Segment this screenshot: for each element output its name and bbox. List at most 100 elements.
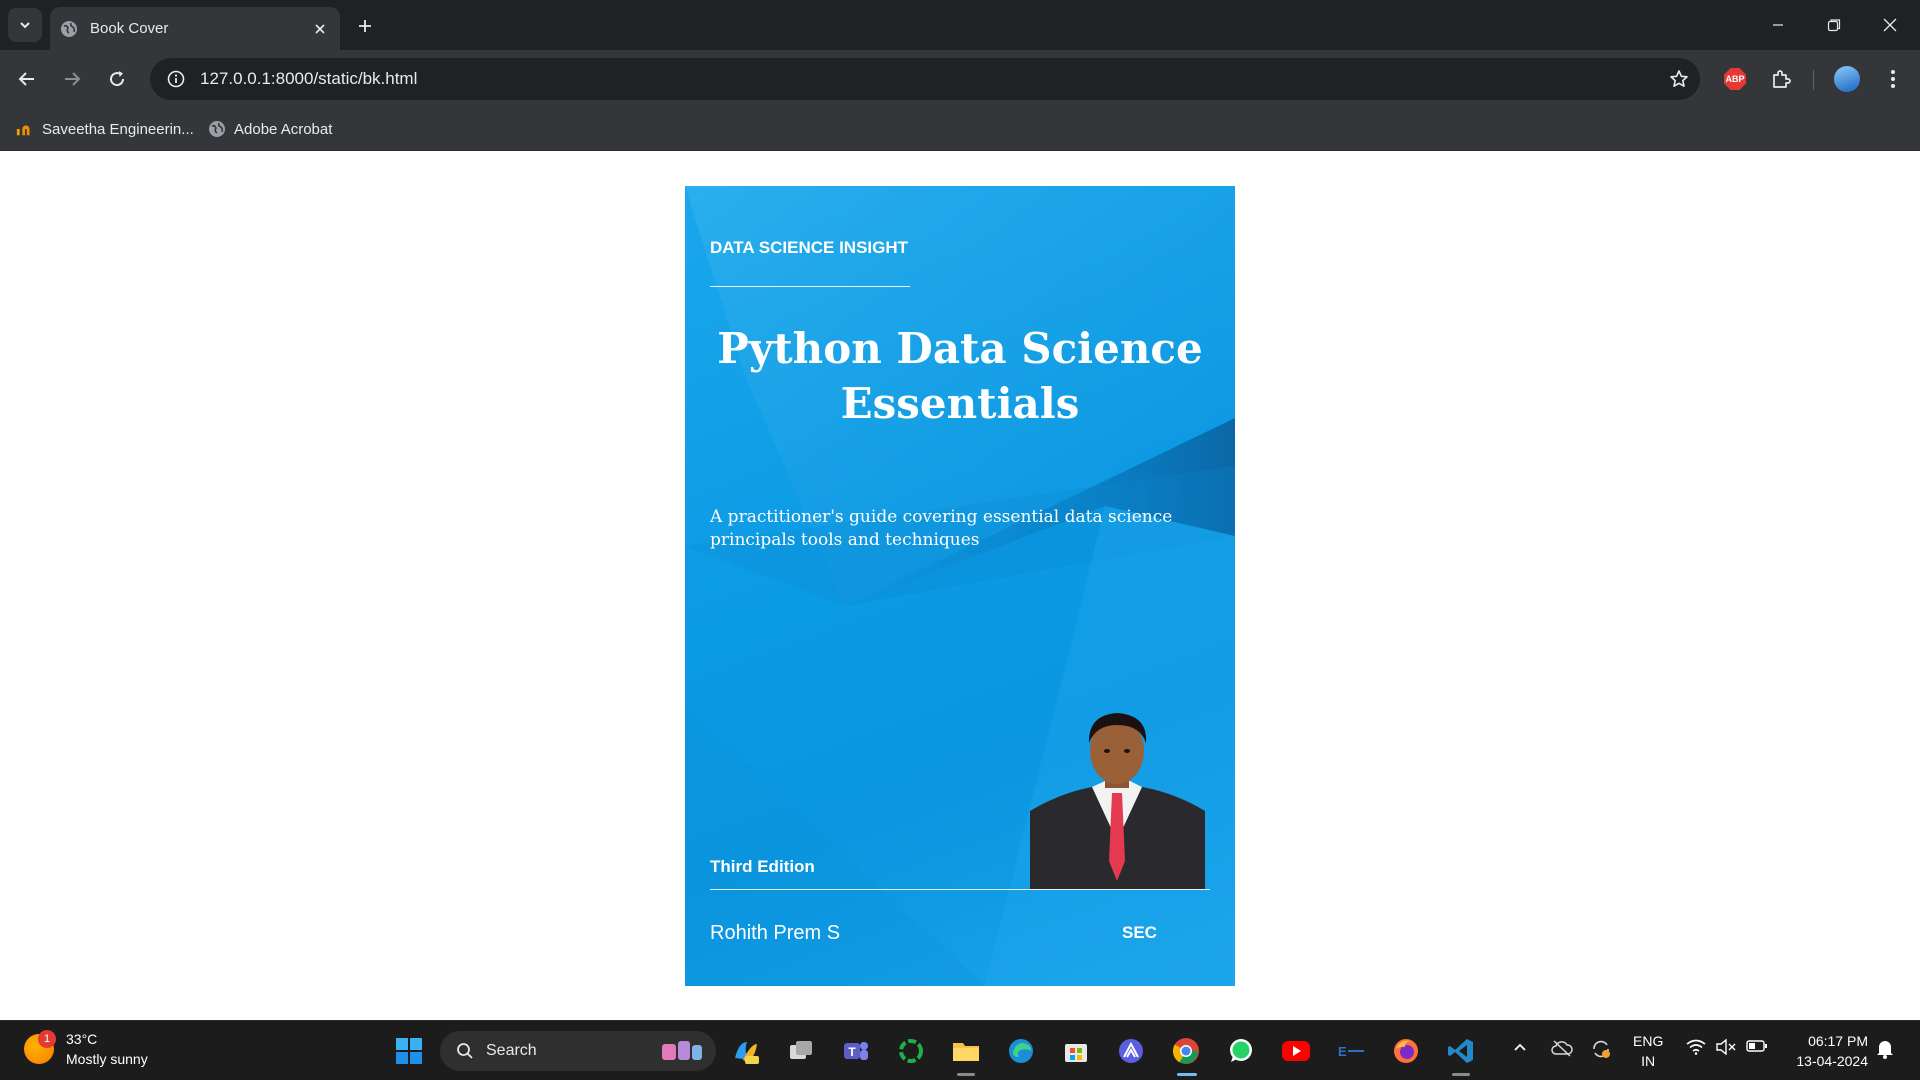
book-title: Python Data Science Essentials [685,321,1235,431]
chrome-menu-button[interactable] [1876,62,1910,96]
new-tab-button[interactable] [352,13,378,39]
search-icon [457,1043,473,1059]
page-viewport: DATA SCIENCE INSIGHT Python Data Science… [0,151,1920,1020]
bookmark-label: Saveetha Engineerin... [42,120,194,138]
book-cover: DATA SCIENCE INSIGHT Python Data Science… [685,186,1235,986]
series-divider [710,286,910,287]
svg-text:E: E [1338,1044,1347,1059]
plus-icon [359,20,371,32]
edition-divider [710,889,1210,890]
publisher-name: SEC [1122,923,1157,942]
url-text[interactable]: 127.0.0.1:8000/static/bk.html [200,69,1658,89]
tab-search-button[interactable] [8,8,42,42]
notification-badge: 1 [38,1030,56,1048]
weather-description: Mostly sunny [66,1051,148,1067]
weather-temperature: 33°C [66,1031,98,1047]
more-vertical-icon [1891,70,1895,88]
language-code: ENG [1633,1033,1664,1049]
weather-widget[interactable]: 1 33°C Mostly sunny [24,1029,148,1069]
sun-icon: 1 [24,1030,56,1064]
series-label: DATA SCIENCE INSIGHT [710,238,909,257]
taskbar-search[interactable]: Search [440,1031,716,1071]
bookmarks-bar: Saveetha Engineerin... Adobe Acrobat [0,108,1920,151]
vscode-icon[interactable] [1444,1034,1478,1068]
copilot-taskbar-icon[interactable] [729,1034,763,1068]
edition-label: Third Edition [710,857,815,876]
avatar [1834,66,1860,92]
bell-icon [1877,1041,1893,1059]
microsoft-store-icon[interactable] [1059,1034,1093,1068]
file-explorer-icon[interactable] [949,1034,983,1068]
firefox-icon[interactable] [1389,1034,1423,1068]
restore-icon [1827,19,1841,32]
battery-icon[interactable] [1746,1039,1768,1053]
system-clock[interactable]: 06:17 PM 13-04-2024 [1780,1031,1868,1071]
task-view-icon[interactable] [784,1034,818,1068]
globe-icon [60,20,78,38]
chrome-active-indicator [1177,1073,1197,1076]
info-icon[interactable] [156,70,196,88]
puzzle-icon [1773,70,1791,88]
book-title-line-1: Python Data Science [717,324,1203,373]
chevron-up-icon [1514,1043,1526,1051]
reload-button[interactable] [100,62,134,96]
onedrive-offline-icon[interactable] [1551,1039,1573,1057]
bookmark-saveetha[interactable]: Saveetha Engineerin... [16,118,194,140]
forward-button[interactable] [55,62,89,96]
app-shortcut-icon[interactable]: E [1334,1034,1368,1068]
tab-title: Book Cover [90,20,169,37]
youtube-icon[interactable] [1279,1034,1313,1068]
sync-icon[interactable] [1590,1039,1612,1059]
arrow-right-icon [65,72,81,86]
search-placeholder: Search [486,1042,537,1059]
clock-date: 13-04-2024 [1796,1053,1868,1069]
back-button[interactable] [10,62,44,96]
region-code: IN [1641,1053,1656,1069]
chrome-icon[interactable] [1169,1034,1203,1068]
restore-button[interactable] [1806,0,1862,50]
svg-text:T: T [848,1045,856,1059]
volume-muted-icon[interactable] [1716,1039,1736,1055]
minimize-icon [1773,24,1783,26]
wifi-icon[interactable] [1686,1039,1706,1055]
toolbar-separator [1813,70,1814,90]
input-language-indicator[interactable]: ENG IN [1633,1031,1663,1071]
show-hidden-icons-button[interactable] [1512,1039,1528,1055]
bookmark-label: Adobe Acrobat [234,120,333,138]
ring-app-icon[interactable] [894,1034,928,1068]
close-window-button[interactable] [1862,0,1918,50]
author-photo [1030,711,1205,889]
address-bar[interactable]: 127.0.0.1:8000/static/bk.html [150,58,1700,100]
search-highlight-icon [662,1041,702,1060]
windows-logo-icon [396,1038,422,1064]
reload-icon [110,71,125,87]
browser-toolbar: 127.0.0.1:8000/static/bk.html ABP [0,50,1920,108]
tab-book-cover[interactable]: Book Cover [50,7,340,50]
close-icon [1883,18,1897,32]
author-name: Rohith Prem S [710,922,841,944]
globe-icon [208,120,226,138]
edge-icon[interactable] [1004,1034,1038,1068]
chevron-down-icon [20,22,30,29]
minimize-button[interactable] [1750,0,1806,50]
adblock-extension-button[interactable]: ABP [1718,62,1752,96]
bookmark-star-icon[interactable] [1658,69,1700,89]
arrow-left-icon [18,72,34,86]
bookmark-adobe-acrobat[interactable]: Adobe Acrobat [208,118,332,140]
windows-taskbar: 1 33°C Mostly sunny Search T E ENG IN 06… [0,1020,1920,1080]
start-button[interactable] [392,1034,426,1068]
vpn-app-icon[interactable] [1114,1034,1148,1068]
tab-strip: Book Cover [0,0,1920,50]
book-title-line-2: Essentials [840,379,1080,428]
adblock-icon: ABP [1724,68,1746,90]
teams-icon[interactable]: T [839,1034,873,1068]
explorer-open-indicator [957,1073,975,1076]
profile-button[interactable] [1830,62,1864,96]
clock-time: 06:17 PM [1808,1033,1868,1049]
close-tab-icon[interactable] [310,19,330,39]
extensions-button[interactable] [1764,62,1798,96]
vscode-open-indicator [1452,1073,1470,1076]
notifications-button[interactable] [1876,1039,1894,1059]
whatsapp-icon[interactable] [1224,1034,1258,1068]
book-subtitle: A practitioner's guide covering essentia… [710,507,1173,550]
